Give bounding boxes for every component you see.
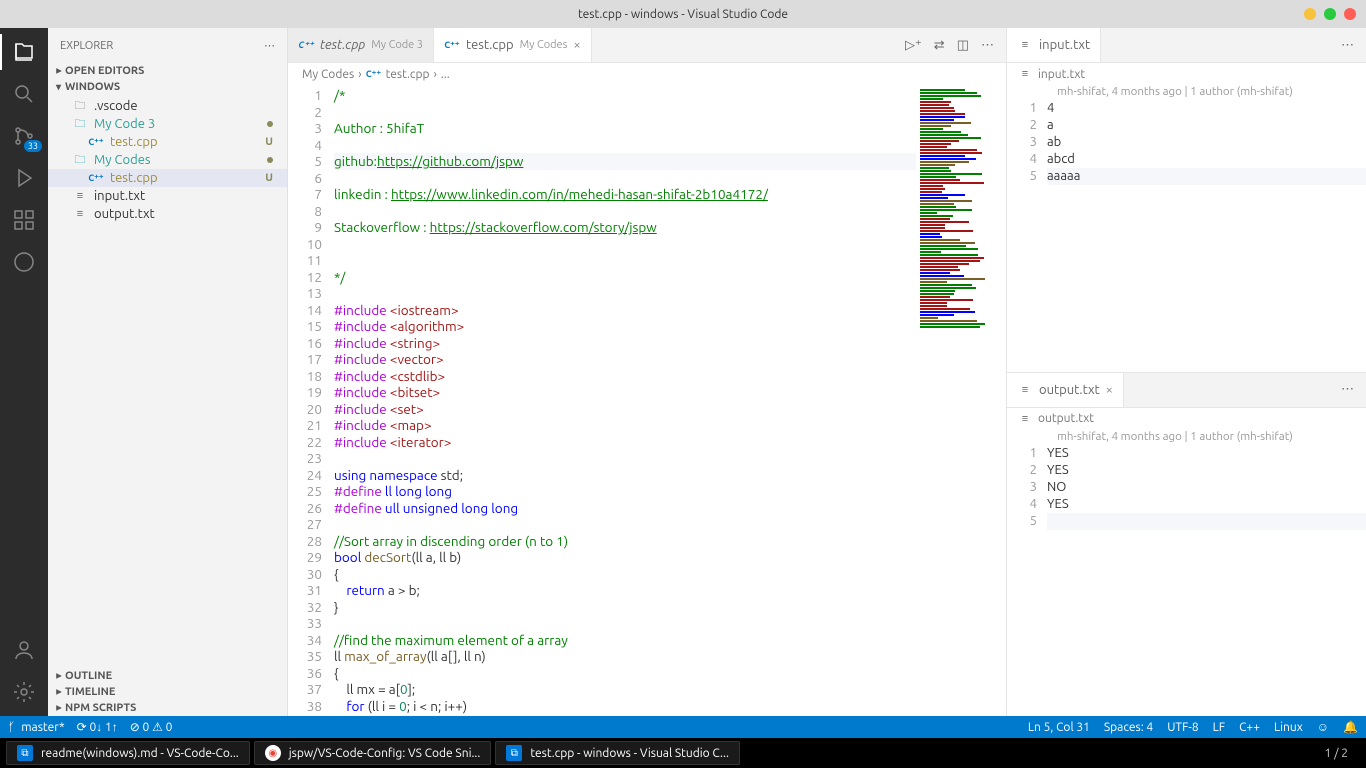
- tab-input-txt[interactable]: ≡input.txt: [1007, 28, 1101, 62]
- split-icon[interactable]: ◫: [957, 38, 969, 53]
- extensions-icon[interactable]: [12, 208, 36, 232]
- taskbar-item[interactable]: ◉jspw/VS-Code-Config: VS Code Sni...: [254, 741, 492, 765]
- more-icon[interactable]: ⋯: [264, 39, 275, 52]
- taskbar-item[interactable]: ⧉readme(windows).md - VS-Code-Co...: [6, 741, 250, 765]
- diff-icon[interactable]: ⇄: [934, 38, 945, 53]
- outline-section[interactable]: ▾OUTLINE: [48, 668, 287, 684]
- minimap[interactable]: [916, 85, 1006, 716]
- close-tab-icon[interactable]: ×: [573, 38, 580, 52]
- sb-encoding[interactable]: UTF-8: [1167, 721, 1198, 734]
- window-controls: [1304, 8, 1356, 20]
- tree-item-output-txt[interactable]: ≡output.txt: [48, 205, 287, 223]
- window-title: test.cpp - windows - Visual Studio Code: [578, 8, 788, 21]
- sb-lang[interactable]: C++: [1239, 721, 1260, 734]
- sb-feedback-icon[interactable]: ☺: [1317, 720, 1329, 734]
- editor-side: ≡input.txt ⋯ ≡input.txt mh-shifat, 4 mont…: [1006, 28, 1366, 716]
- explorer-icon[interactable]: [12, 40, 36, 64]
- more-icon[interactable]: ⋯: [981, 38, 994, 53]
- output-meta: mh-shifat, 4 months ago | 1 author (mh-s…: [1007, 430, 1366, 443]
- sb-eol[interactable]: LF: [1213, 721, 1225, 734]
- tab-test-cpp[interactable]: C⁺⁺test.cppMy Code 3: [288, 28, 434, 62]
- input-meta: mh-shifat, 4 months ago | 1 author (mh-s…: [1007, 85, 1366, 98]
- titlebar: test.cpp - windows - Visual Studio Code: [0, 0, 1366, 28]
- breadcrumb-output[interactable]: ≡output.txt: [1007, 408, 1366, 430]
- breadcrumb-input[interactable]: ≡input.txt: [1007, 63, 1366, 85]
- tabs-main: C⁺⁺test.cppMy Code 3C⁺⁺test.cppMy Codes×…: [288, 28, 1006, 63]
- open-editors-section[interactable]: ▾OPEN EDITORS: [48, 63, 287, 79]
- tree-item--vscode[interactable]: 🗀.vscode: [48, 97, 287, 115]
- sb-problems[interactable]: ⊘ 0 ⚠ 0: [130, 720, 173, 734]
- accounts-icon[interactable]: [12, 638, 36, 662]
- sidebar-title: EXPLORER: [60, 40, 113, 52]
- more-icon[interactable]: ⋯: [1341, 38, 1354, 53]
- sb-os[interactable]: Linux: [1274, 721, 1303, 734]
- more-icon[interactable]: ⋯: [1341, 382, 1354, 397]
- workspace-section[interactable]: ▾WINDOWS: [48, 79, 287, 95]
- npm-section[interactable]: ▾NPM SCRIPTS: [48, 700, 287, 716]
- close-tab-icon[interactable]: ×: [1106, 383, 1113, 397]
- tab-test-cpp[interactable]: C⁺⁺test.cppMy Codes×: [434, 28, 592, 62]
- tree-item-My-Code-3[interactable]: 🗀My Code 3: [48, 115, 287, 133]
- timeline-section[interactable]: ▾TIMELINE: [48, 684, 287, 700]
- sb-position[interactable]: Ln 5, Col 31: [1028, 721, 1090, 734]
- tree-item-My-Codes[interactable]: 🗀My Codes: [48, 151, 287, 169]
- taskbar: ⧉readme(windows).md - VS-Code-Co...◉jspw…: [0, 738, 1366, 768]
- tabs-actions: ▷⁺ ⇄ ◫ ⋯: [893, 28, 1006, 62]
- sb-sync[interactable]: ⟳ 0↓ 1↑: [77, 720, 118, 734]
- remote-icon[interactable]: [12, 250, 36, 274]
- run-icon[interactable]: ▷⁺: [905, 38, 922, 53]
- taskbar-item[interactable]: ⧉test.cpp - windows - Visual Studio C...: [495, 741, 740, 765]
- workspace-indicator[interactable]: 1 / 2: [1325, 747, 1360, 760]
- tree-item-test-cpp[interactable]: C⁺⁺test.cppU: [48, 133, 287, 151]
- sb-branch[interactable]: ᚶ master*: [8, 721, 65, 734]
- minimize-icon[interactable]: [1304, 8, 1316, 20]
- tab-output-txt[interactable]: ≡output.txt×: [1007, 373, 1124, 407]
- debug-icon[interactable]: [12, 166, 36, 190]
- tree-item-input-txt[interactable]: ≡input.txt: [48, 187, 287, 205]
- scm-badge: 33: [24, 140, 42, 152]
- settings-icon[interactable]: [12, 680, 36, 704]
- activity-bar: 33: [0, 28, 48, 716]
- sidebar: EXPLORER ⋯ ▾OPEN EDITORS ▾WINDOWS 🗀.vsco…: [48, 28, 288, 716]
- sb-spaces[interactable]: Spaces: 4: [1104, 721, 1153, 734]
- close-icon[interactable]: [1344, 8, 1356, 20]
- statusbar: ᚶ master* ⟳ 0↓ 1↑ ⊘ 0 ⚠ 0 Ln 5, Col 31 S…: [0, 716, 1366, 738]
- sb-bell-icon[interactable]: 🔔: [1343, 720, 1358, 734]
- input-editor[interactable]: 12345 4aababcdaaaaa: [1007, 98, 1366, 372]
- code-editor[interactable]: 1234567891011121314151617181920212223242…: [288, 85, 1006, 716]
- editor-main: C⁺⁺test.cppMy Code 3C⁺⁺test.cppMy Codes×…: [288, 28, 1006, 716]
- maximize-icon[interactable]: [1324, 8, 1336, 20]
- tree-item-test-cpp[interactable]: C⁺⁺test.cppU: [48, 169, 287, 187]
- search-icon[interactable]: [12, 82, 36, 106]
- breadcrumb[interactable]: My Codes› C⁺⁺test.cpp› ...: [288, 63, 1006, 85]
- scm-icon[interactable]: 33: [12, 124, 36, 148]
- output-editor[interactable]: 12345 YESYESNOYES: [1007, 443, 1366, 717]
